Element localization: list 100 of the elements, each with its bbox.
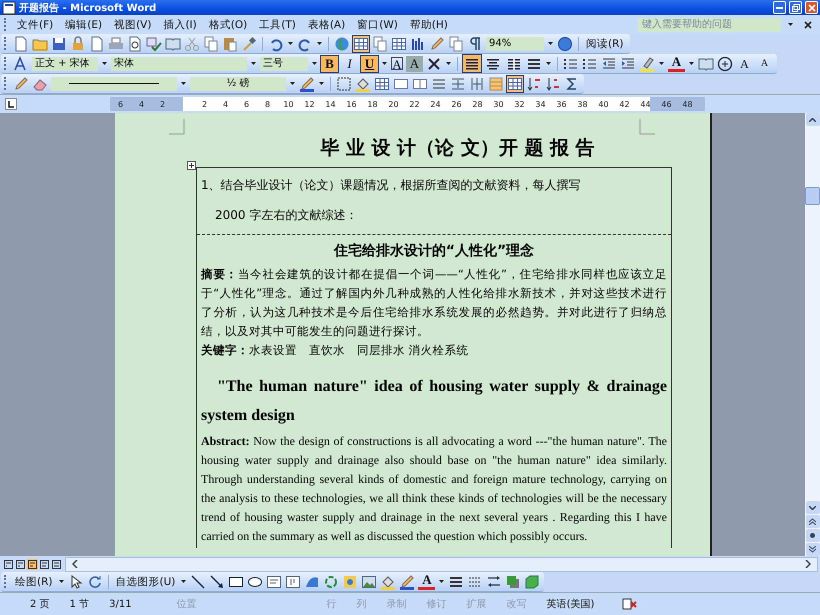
chevron-left-icon[interactable] [72,560,78,568]
help-icon[interactable] [557,36,573,52]
book-icon[interactable] [165,36,181,52]
grow-font-button[interactable]: A [736,56,753,72]
enclosed-character-icon[interactable] [717,56,733,72]
scroll-thumb[interactable] [805,187,820,205]
font-size-field[interactable]: 三号 [260,56,308,70]
style-field[interactable]: 正文 + 宋体 [32,56,98,70]
columns-icon[interactable] [410,36,426,52]
close-button[interactable] [805,1,818,14]
distribute-columns-icon[interactable] [469,76,485,92]
font-color-button[interactable]: A [418,574,436,590]
help-search-field[interactable]: 键入需要帮助的问题 [638,18,781,32]
caret-icon[interactable] [548,42,553,45]
format-button[interactable]: I [341,56,358,72]
caret-icon[interactable] [251,62,256,65]
caret-icon[interactable] [102,62,107,65]
table-grid-icon[interactable] [507,76,523,92]
format-button[interactable]: U [361,56,378,72]
outline-view-icon[interactable] [39,558,50,570]
caret-icon[interactable] [659,62,664,65]
font-color-button[interactable]: A [668,56,685,72]
web-view-icon[interactable] [15,558,26,570]
menu-item[interactable]: 视图(V) [109,16,156,32]
caret-icon[interactable] [382,62,387,65]
minimize-button[interactable] [773,1,786,14]
printer-icon[interactable] [108,36,124,52]
table-icon[interactable] [353,36,369,52]
zoom-field[interactable]: 94% [486,36,544,50]
grid-icon[interactable] [391,36,407,52]
spelling-check-icon[interactable] [146,36,162,52]
table-move-handle-icon[interactable] [187,161,196,170]
menu-item[interactable]: 窗口(W) [352,16,403,32]
caret-icon[interactable] [312,62,317,65]
arrow-icon[interactable] [209,574,226,590]
line-style-field[interactable] [51,76,177,90]
decrease-indent-icon[interactable] [601,56,617,72]
picture-icon[interactable] [361,574,378,590]
text-box-icon[interactable] [266,574,282,590]
previous-page-button[interactable] [806,515,820,528]
print-view-icon[interactable] [27,558,38,570]
spelling-status-icon[interactable] [622,597,638,611]
menu-item[interactable]: 编辑(E) [60,16,108,32]
align-button[interactable] [505,55,523,72]
vertical-text-box-icon[interactable] [285,574,302,590]
caret-icon[interactable] [319,82,324,85]
normal-view-icon[interactable] [3,558,14,570]
sort-descending-icon[interactable] [545,76,561,92]
browse-object-button[interactable] [806,529,820,542]
reading-button[interactable]: 阅读(R) [584,36,626,52]
caret-icon[interactable] [58,580,64,583]
caret-icon[interactable] [288,42,293,45]
autoshapes-menu-button[interactable]: 自选图形(U) [114,574,178,590]
sort-ascending-icon[interactable] [526,76,542,92]
next-page-button[interactable] [806,543,820,556]
line-weight-field[interactable]: ½ 磅 [190,76,286,90]
character-format-button[interactable]: A [406,56,423,72]
menu-item[interactable]: 格式(O) [204,16,252,32]
line-icon[interactable] [190,574,206,590]
caret-icon[interactable] [689,62,694,65]
align-button[interactable] [463,55,481,72]
draw-menu-button[interactable]: 绘图(R) [13,574,54,590]
font-field[interactable]: 宋体 [111,56,247,70]
tab-selector-icon[interactable] [5,98,17,110]
document-icon[interactable] [448,36,464,52]
scroll-up-button[interactable] [806,113,820,126]
distribute-rows-icon[interactable] [450,76,466,92]
scroll-down-button[interactable] [806,501,820,514]
caret-icon[interactable] [181,580,186,583]
border-icon[interactable] [336,76,352,92]
caret-icon[interactable] [446,62,451,65]
brush-icon[interactable] [241,36,257,52]
table-icon[interactable] [374,76,390,92]
caret-icon[interactable] [439,580,444,583]
print-preview-icon[interactable] [127,36,143,52]
menu-item[interactable]: 文件(F) [12,16,58,32]
fill-color-icon[interactable] [380,574,396,590]
menu-item[interactable]: 表格(A) [302,16,350,32]
caret-icon[interactable] [290,82,295,85]
restore-button[interactable] [789,1,802,14]
line-color-icon[interactable] [399,574,416,590]
arrow-style-icon[interactable] [486,574,502,590]
caret-icon[interactable] [788,23,793,26]
reading-view-icon[interactable] [51,558,62,570]
menu-item[interactable]: 帮助(H) [404,16,453,32]
menu-item[interactable]: 工具(T) [254,16,301,32]
vertical-scrollbar[interactable] [805,113,820,556]
clipboard-icon[interactable] [222,36,238,52]
format-button[interactable]: B [321,56,338,72]
shadow-icon[interactable] [505,574,522,590]
close-icon[interactable] [804,20,812,28]
fill-icon[interactable] [355,76,371,92]
shrink-font-button[interactable]: A [756,56,773,72]
padlock-icon[interactable] [70,36,86,52]
character-format-button[interactable]: A [391,57,403,70]
border-color-icon[interactable] [299,76,315,92]
copy-icon[interactable] [203,36,219,52]
caret-icon[interactable] [181,82,186,85]
caret-icon[interactable] [317,42,322,45]
increase-indent-icon[interactable] [620,56,636,72]
